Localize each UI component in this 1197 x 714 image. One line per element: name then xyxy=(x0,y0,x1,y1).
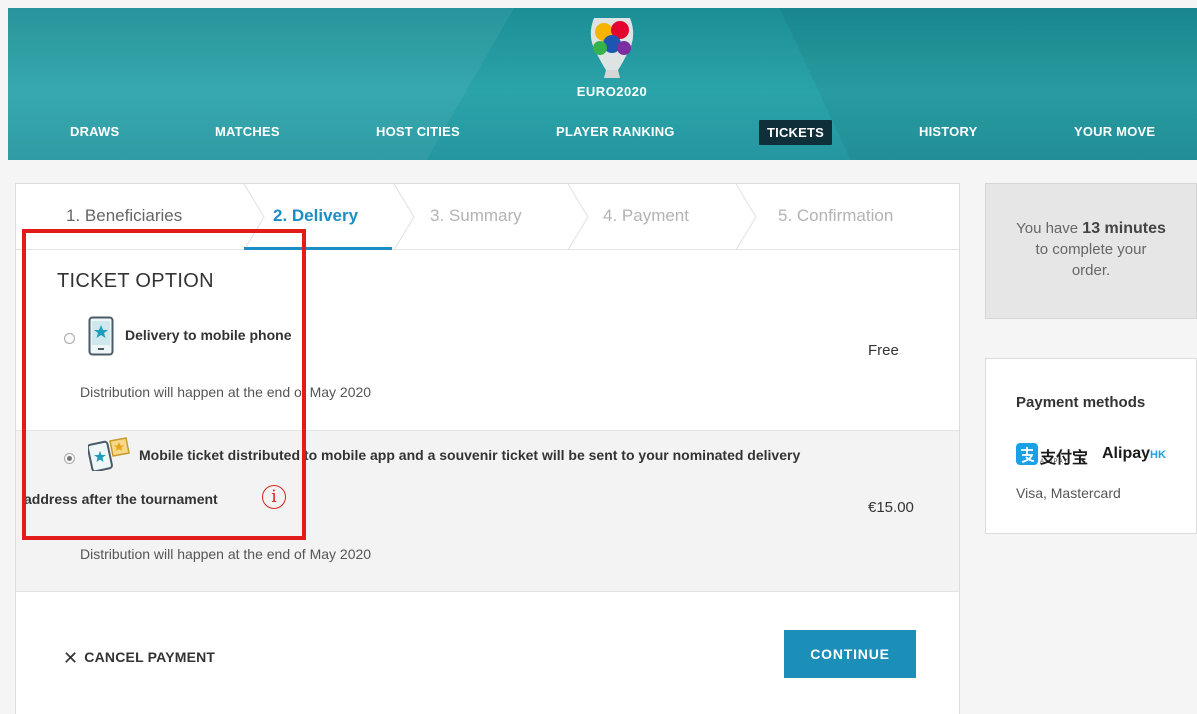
timer-line3: order. xyxy=(1071,262,1111,279)
ticket-option-souvenir[interactable]: Mobile ticket distributed to mobile app … xyxy=(16,430,959,592)
nav-draws[interactable]: DRAWS xyxy=(70,124,119,139)
option-mobile-description: Distribution will happen at the end of M… xyxy=(80,384,372,400)
option-mobile-radio[interactable] xyxy=(64,333,75,344)
alipay-subtext: ALIPAY xyxy=(1040,459,1070,465)
main-nav: DRAWS MATCHES HOST CITIES PLAYER RANKING… xyxy=(8,116,1197,152)
mobile-souvenir-ticket-icon xyxy=(88,437,130,471)
step-beneficiaries[interactable]: 1. Beneficiaries xyxy=(66,206,182,226)
option-souvenir-label-line1: Mobile ticket distributed to mobile app … xyxy=(139,447,801,463)
step-separator-icon xyxy=(243,184,265,250)
step-payment: 4. Payment xyxy=(603,206,689,225)
option-souvenir-description: Distribution will happen at the end of M… xyxy=(80,546,372,562)
nav-tickets[interactable]: TICKETS xyxy=(759,120,833,145)
option-souvenir-label-line2: address after the tournament xyxy=(24,491,218,507)
cancel-payment-button[interactable]: ✕ CANCEL PAYMENT xyxy=(63,648,215,669)
cancel-payment-label: CANCEL PAYMENT xyxy=(84,649,216,665)
euro2020-logo[interactable]: EURO2020 xyxy=(572,8,652,104)
nav-history[interactable]: HISTORY xyxy=(919,124,977,139)
step-confirmation: 5. Confirmation xyxy=(778,206,894,225)
step-delivery[interactable]: 2. Delivery xyxy=(273,206,358,226)
payment-methods-panel: Payment methods 支付宝 ALIPAY AlipayHK Visa… xyxy=(985,358,1197,534)
nav-matches[interactable]: MATCHES xyxy=(215,124,280,139)
payment-methods-title: Payment methods xyxy=(1016,394,1146,411)
payment-cards: Visa, Mastercard xyxy=(1016,485,1121,501)
step-summary: 3. Summary xyxy=(430,206,522,225)
option-souvenir-price: €15.00 xyxy=(868,499,914,516)
option-mobile-label: Delivery to mobile phone xyxy=(125,327,292,343)
checkout-panel: 1. Beneficiaries 2. Delivery 3. Summary … xyxy=(15,183,960,714)
active-step-underline xyxy=(244,247,392,250)
close-icon: ✕ xyxy=(63,648,79,668)
step-separator-icon xyxy=(393,184,415,250)
step-separator-icon xyxy=(735,184,757,250)
mobile-phone-icon xyxy=(88,316,114,356)
timer-line2: to complete your xyxy=(1035,241,1147,258)
ticket-option-title: TICKET OPTION xyxy=(57,270,214,292)
step-separator-icon xyxy=(567,184,589,250)
nav-your-move[interactable]: YOUR MOVE xyxy=(1074,124,1155,139)
option-mobile-price: Free xyxy=(868,342,899,359)
info-icon[interactable]: i xyxy=(262,485,286,509)
ticket-option-mobile[interactable]: Delivery to mobile phone Free Distributi… xyxy=(16,306,959,430)
order-timer: You have 13 minutes to complete your ord… xyxy=(985,183,1197,319)
alipay-icon xyxy=(1016,443,1038,465)
logo-text: EURO2020 xyxy=(576,84,648,99)
nav-player-ranking[interactable]: PLAYER RANKING xyxy=(556,124,675,139)
trophy-logo-icon xyxy=(590,18,634,78)
alipay-english-text: AlipayHK xyxy=(1102,445,1166,462)
option-souvenir-radio[interactable] xyxy=(64,453,75,464)
continue-button[interactable]: CONTINUE xyxy=(784,630,916,678)
nav-host-cities[interactable]: HOST CITIES xyxy=(376,124,460,139)
timer-line1: You have 13 minutes xyxy=(1016,220,1166,237)
site-header: EURO2020 DRAWS MATCHES HOST CITIES PLAYE… xyxy=(8,8,1197,160)
checkout-steps: 1. Beneficiaries 2. Delivery 3. Summary … xyxy=(16,184,959,250)
page: EURO2020 DRAWS MATCHES HOST CITIES PLAYE… xyxy=(0,0,1197,714)
timer-minutes: 13 minutes xyxy=(1082,220,1166,237)
